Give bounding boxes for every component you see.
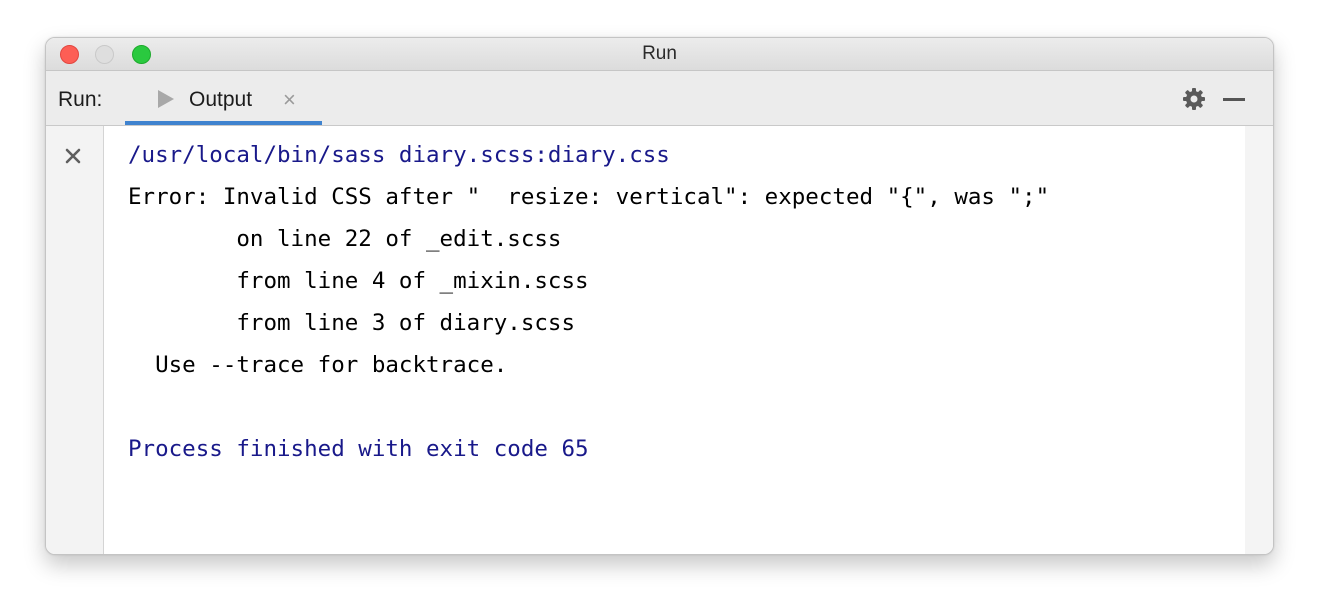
active-tab-indicator [125,121,322,125]
console-output[interactable]: /usr/local/bin/sass diary.scss:diary.css… [128,126,1245,554]
command-line: /usr/local/bin/sass diary.scss:diary.css [128,142,670,168]
run-gutter [46,126,104,554]
play-icon [158,90,174,108]
minimize-icon[interactable] [1223,98,1245,101]
run-window: Run Run: Output × /usr/local/bin/sass di… [45,37,1274,555]
error-line: Error: Invalid CSS after " resize: verti… [128,184,1050,210]
window-title: Run [642,43,677,64]
gear-icon[interactable] [1182,87,1206,111]
tab-output[interactable]: Output × [125,71,322,125]
run-label: Run: [58,88,103,111]
title-bar: Run [46,38,1273,71]
error-line: on line 22 of _edit.scss [128,226,562,252]
error-line: Use --trace for backtrace. [128,352,508,378]
close-icon[interactable] [63,146,83,166]
exit-message: Process finished with exit code 65 [128,436,589,462]
error-line: from line 4 of _mixin.scss [128,268,589,294]
error-line: from line 3 of diary.scss [128,310,576,336]
vertical-scrollbar[interactable] [1245,126,1273,554]
run-toolbar: Run: Output × [46,71,1273,126]
